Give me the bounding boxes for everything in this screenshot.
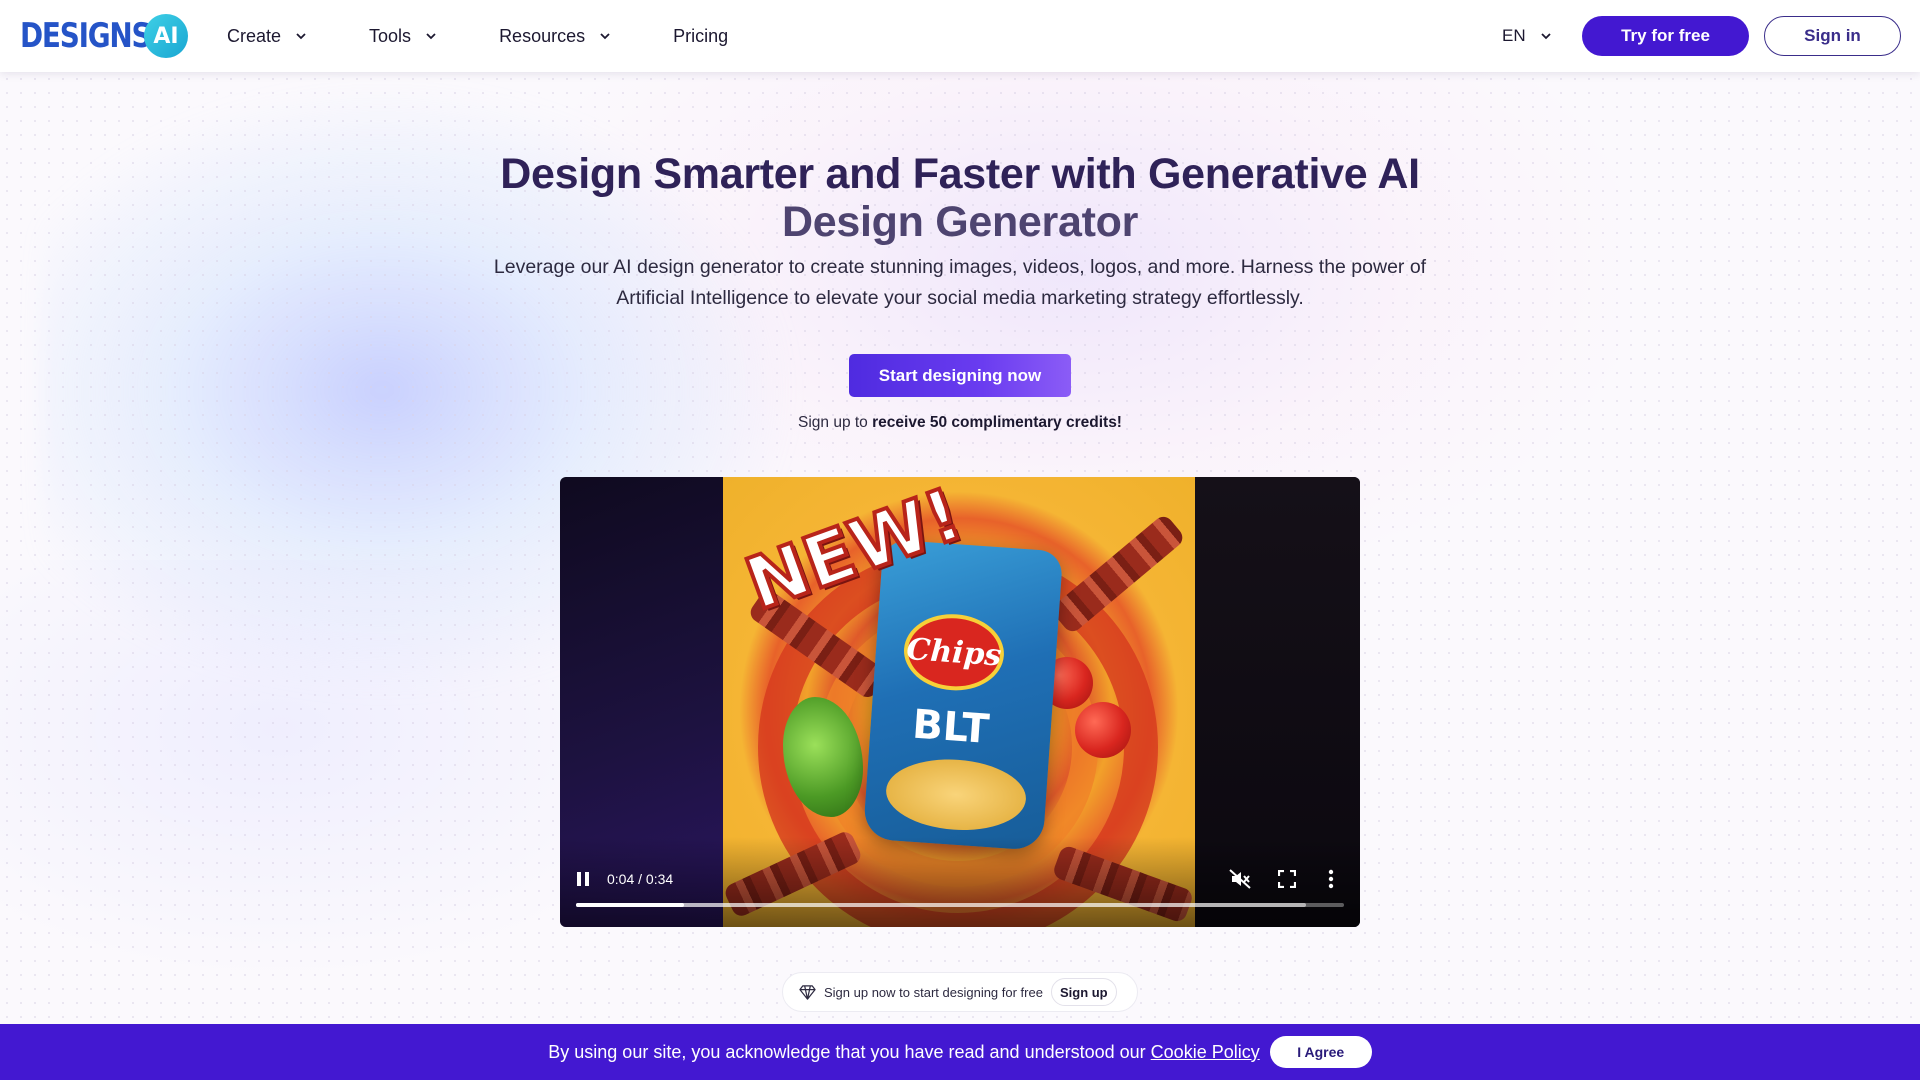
nav-create-label: Create xyxy=(227,25,282,46)
chips-bag: Chips BLT xyxy=(862,539,1064,851)
sign-in-button[interactable]: Sign in xyxy=(1764,16,1901,56)
more-vertical-icon[interactable] xyxy=(1328,869,1334,889)
signup-banner: Sign up now to start designing for free … xyxy=(782,972,1138,1012)
i-agree-button[interactable]: I Agree xyxy=(1269,1036,1372,1068)
chevron-down-icon xyxy=(426,33,436,40)
video-progress-fill xyxy=(576,903,684,907)
pause-icon[interactable] xyxy=(577,872,591,886)
main-nav: Create Tools Resources Pricing xyxy=(227,0,728,72)
start-designing-button[interactable]: Start designing now xyxy=(849,354,1071,397)
logo-badge: AI xyxy=(144,14,188,58)
video-progress-bar[interactable] xyxy=(576,903,1344,907)
nav-create[interactable]: Create xyxy=(227,0,309,72)
site-header: DESIGNS. AI Create Tools Resources Prici… xyxy=(0,0,1920,72)
language-label: EN xyxy=(1502,26,1526,45)
signup-banner-text: Sign up now to start designing for free xyxy=(824,984,1043,1000)
cookie-banner: By using our site, you acknowledge that … xyxy=(0,1024,1920,1080)
chevron-down-icon xyxy=(296,33,306,40)
video-time: 0:04 / 0:34 xyxy=(607,871,674,887)
bacon-strip xyxy=(1049,512,1187,636)
chevron-down-icon xyxy=(600,33,610,40)
chips-bag-flavor: BLT xyxy=(910,701,991,753)
chevron-down-icon xyxy=(1540,33,1551,40)
promo-video-player[interactable]: Chips BLT NEW! 0:04 / 0:34 xyxy=(560,477,1360,927)
nav-pricing[interactable]: Pricing xyxy=(673,0,728,72)
chip-pile xyxy=(883,754,1029,835)
credits-highlight: receive 50 complimentary credits! xyxy=(872,414,1122,431)
nav-resources-label: Resources xyxy=(499,25,586,46)
page-title: Design Smarter and Faster with Generativ… xyxy=(360,150,1560,246)
hero-subtitle: Leverage our AI design generator to crea… xyxy=(493,256,1427,309)
fullscreen-icon[interactable] xyxy=(1278,870,1296,888)
tomato xyxy=(1075,702,1131,758)
try-for-free-button[interactable]: Try for free xyxy=(1582,16,1749,56)
logo[interactable]: DESIGNS. AI xyxy=(20,14,190,58)
nav-tools[interactable]: Tools xyxy=(369,0,439,72)
cookie-policy-link[interactable]: Cookie Policy xyxy=(1151,1042,1260,1063)
page-title-line-2: Design Generator xyxy=(781,198,1139,246)
video-buffer-bar xyxy=(576,903,1306,907)
nav-pricing-label: Pricing xyxy=(673,25,729,46)
credits-prefix: Sign up to xyxy=(798,414,868,431)
sign-up-button[interactable]: Sign up xyxy=(1050,978,1117,1006)
logo-text: DESIGNS. xyxy=(20,16,161,56)
cookie-text: By using our site, you acknowledge that … xyxy=(548,1041,1146,1062)
diamond-icon xyxy=(799,984,816,1000)
nav-tools-label: Tools xyxy=(369,25,412,46)
chips-bag-logo: Chips xyxy=(901,610,1007,694)
credits-note: Sign up to receive 50 complimentary cred… xyxy=(700,414,1220,432)
page-title-line-1: Design Smarter and Faster with Generativ… xyxy=(500,150,1420,198)
language-selector[interactable]: EN xyxy=(1502,0,1554,72)
nav-resources[interactable]: Resources xyxy=(499,0,613,72)
volume-muted-icon[interactable] xyxy=(1229,869,1251,889)
